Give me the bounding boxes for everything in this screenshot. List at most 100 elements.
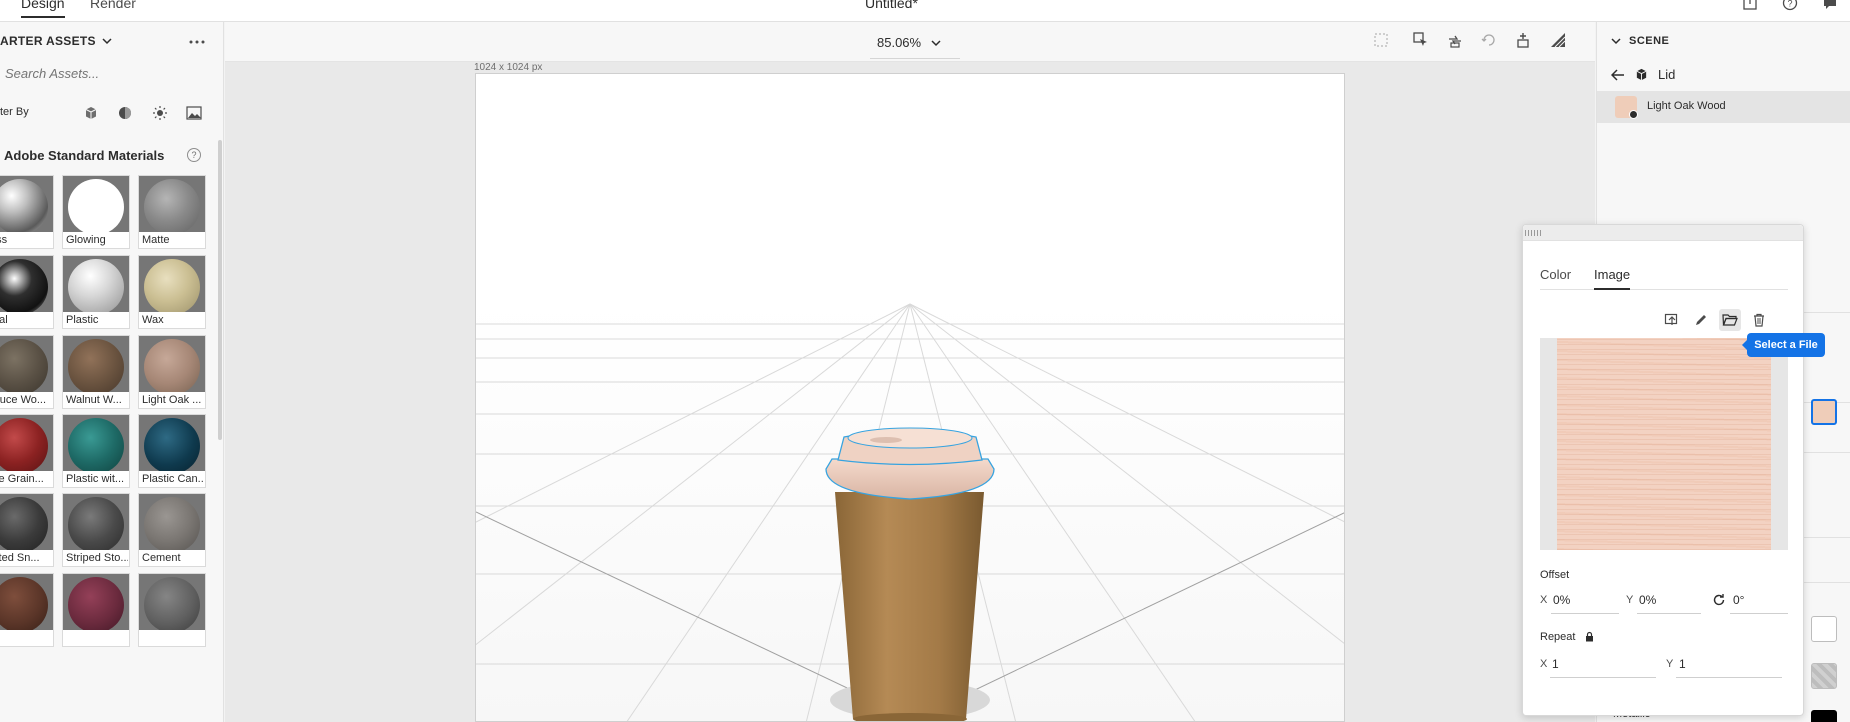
plastic-sphere — [68, 259, 124, 312]
material-label: elted Sn... — [0, 552, 40, 564]
filter-label: ter By — [0, 106, 29, 118]
zoom-control[interactable]: 85.06% — [877, 35, 941, 50]
spruce-wood-sphere — [0, 339, 48, 392]
material-tile[interactable]: elted Sn... — [0, 493, 54, 567]
filter-materials-icon[interactable] — [116, 104, 134, 122]
edit-icon[interactable] — [1690, 309, 1712, 331]
repeat-y-input[interactable]: 1 — [1679, 657, 1686, 671]
material-label: ine Grain... — [0, 473, 44, 485]
add-light-icon[interactable] — [1511, 28, 1535, 52]
tab-divider — [1540, 289, 1788, 290]
tab-color[interactable]: Color — [1540, 267, 1571, 282]
metallic-swatch[interactable] — [1811, 710, 1837, 722]
material-thumbnail — [0, 494, 53, 550]
offset-y-input[interactable]: 0% — [1639, 593, 1656, 607]
repeat-y-underline — [1676, 677, 1782, 678]
material-tile[interactable]: Matte — [138, 175, 206, 249]
texture-swatch[interactable] — [1811, 663, 1837, 689]
rotate-tool-icon[interactable] — [1477, 28, 1501, 52]
rotation-input[interactable]: 0° — [1733, 593, 1744, 607]
select-file-tooltip: Select a File — [1742, 333, 1825, 357]
melted-snow-sphere — [0, 497, 48, 550]
app-window: Design Render Untitled* ? ARTER ASSETS t… — [0, 0, 1850, 722]
material-thumbnail — [63, 415, 129, 471]
repeat-y-axis: Y — [1666, 658, 1674, 670]
repeat-x-input[interactable]: 1 — [1552, 657, 1559, 671]
material-tile[interactable]: Plastic wit... — [62, 414, 130, 488]
material-tile[interactable]: Glowing — [62, 175, 130, 249]
filter-lights-icon[interactable] — [151, 104, 169, 122]
material-tile[interactable]: Cement — [138, 493, 206, 567]
model-icon — [1636, 68, 1647, 81]
material-tile[interactable]: Wax — [138, 255, 206, 329]
feedback-icon[interactable] — [1821, 0, 1839, 12]
move-tool-icon[interactable] — [1443, 28, 1467, 52]
material-tile[interactable]: ass — [0, 175, 54, 249]
rotation-icon — [1713, 594, 1725, 606]
material-tile[interactable] — [62, 573, 130, 647]
offset-y-axis: Y — [1626, 594, 1634, 606]
scene-header[interactable]: SCENE — [1611, 35, 1669, 47]
render-canvas[interactable] — [475, 73, 1345, 722]
search-assets — [0, 62, 210, 88]
popover-drag-handle[interactable] — [1523, 225, 1803, 241]
filter-images-icon[interactable] — [185, 104, 203, 122]
material-tile[interactable]: ine Grain... — [0, 414, 54, 488]
chevron-down-icon — [931, 39, 941, 46]
wax-sphere — [144, 259, 200, 312]
material-label: Light Oak ... — [142, 394, 202, 406]
scene-parent-label: Lid — [1658, 67, 1676, 82]
material-thumbnail — [139, 494, 205, 550]
replace-image-icon[interactable] — [1661, 309, 1683, 331]
scene-3d — [476, 303, 1344, 721]
filter-models-icon[interactable] — [82, 104, 100, 122]
color-swatch[interactable] — [1811, 616, 1837, 642]
more-options-icon[interactable] — [188, 32, 208, 46]
assets-header[interactable]: ARTER ASSETS — [0, 34, 112, 48]
scene-parent[interactable]: Lid — [1611, 67, 1675, 82]
material-sphere — [144, 577, 200, 630]
back-arrow-icon[interactable] — [1611, 68, 1625, 81]
share-icon[interactable] — [1741, 0, 1759, 12]
section-help-icon[interactable]: ? — [187, 148, 201, 162]
delete-icon[interactable] — [1748, 309, 1770, 331]
material-tile[interactable]: Plastic Can... — [138, 414, 206, 488]
repeat-x-underline — [1550, 677, 1656, 678]
assets-scrollbar[interactable] — [218, 140, 222, 440]
walnut-wood-sphere — [68, 339, 124, 392]
material-tile[interactable]: etal — [0, 255, 54, 329]
texture-preview — [1540, 338, 1788, 550]
material-tile[interactable] — [0, 573, 54, 647]
material-badge-icon — [1629, 110, 1638, 119]
chevron-down-icon — [102, 38, 112, 45]
frame-icon[interactable] — [1369, 28, 1393, 52]
scene-material-row[interactable]: Light Oak Wood — [1597, 91, 1850, 123]
material-thumbnail — [0, 256, 53, 312]
material-label: Plastic Can... — [142, 473, 204, 485]
folder-open-icon[interactable] — [1719, 309, 1741, 331]
top-bar: Design Render Untitled* ? — [0, 0, 1850, 22]
lock-icon[interactable] — [1585, 631, 1594, 642]
tab-render[interactable]: Render — [90, 0, 136, 11]
material-tile[interactable]: Striped Sto... — [62, 493, 130, 567]
base-color-swatch[interactable] — [1811, 399, 1837, 425]
drag-grip-icon — [1525, 230, 1541, 236]
material-tile[interactable]: Walnut W... — [62, 335, 130, 409]
zoom-value: 85.06% — [877, 35, 922, 50]
material-tile[interactable]: Plastic — [62, 255, 130, 329]
material-tile[interactable]: Light Oak ... — [138, 335, 206, 409]
tab-design[interactable]: Design — [21, 0, 65, 18]
tab-image[interactable]: Image — [1594, 267, 1630, 282]
ground-plane-icon[interactable] — [1546, 28, 1570, 52]
canvas-size-label: 1024 x 1024 px — [474, 62, 543, 73]
material-tile[interactable]: bruce Wo... — [0, 335, 54, 409]
offset-label: Offset — [1540, 569, 1570, 581]
cup-lid-cap — [847, 427, 973, 449]
material-label: Plastic — [66, 314, 99, 326]
assets-header-label: ARTER ASSETS — [0, 34, 96, 48]
offset-x-input[interactable]: 0% — [1553, 593, 1570, 607]
help-icon[interactable]: ? — [1781, 0, 1799, 12]
select-tool-icon[interactable] — [1409, 28, 1433, 52]
search-input[interactable] — [0, 62, 200, 84]
material-tile[interactable] — [138, 573, 206, 647]
